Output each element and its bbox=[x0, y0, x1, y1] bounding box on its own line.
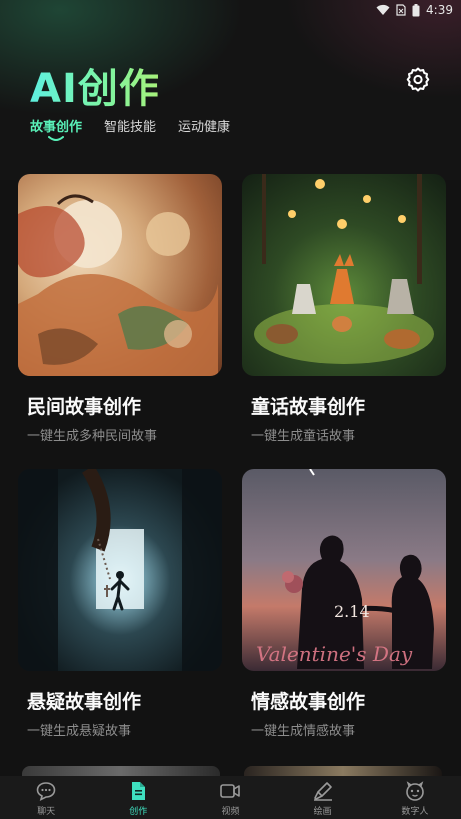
nav-label: 数字人 bbox=[401, 807, 429, 817]
card-description: 一键生成情感故事 bbox=[251, 724, 356, 739]
bottom-navigation: 聊天 创作 视频 绘画 数字人 bbox=[0, 776, 461, 819]
fairy-tale-image bbox=[242, 174, 446, 376]
paint-brush-icon bbox=[313, 782, 332, 801]
battery-icon bbox=[412, 3, 420, 16]
nav-paint[interactable]: 绘画 bbox=[288, 776, 358, 817]
chat-bubble-icon bbox=[36, 782, 56, 802]
card-description: 一键生成悬疑故事 bbox=[27, 724, 132, 739]
suspense-story-image bbox=[18, 469, 222, 671]
image-script-text: Valentine's Day bbox=[256, 642, 413, 666]
video-camera-icon bbox=[220, 784, 241, 798]
nav-label: 聊天 bbox=[37, 807, 56, 817]
robot-face-icon bbox=[406, 781, 424, 801]
tab-story-creation[interactable]: 故事创作 bbox=[30, 116, 82, 141]
card-romance-story[interactable]: 2.14 Valentine's Day 情感故事创作 一键生成情感故事 bbox=[242, 469, 446, 739]
status-bar: 4:39 bbox=[0, 0, 461, 22]
nav-digital-human[interactable]: 数字人 bbox=[380, 776, 450, 817]
card-description: 一键生成多种民间故事 bbox=[27, 429, 158, 444]
status-time: 4:39 bbox=[426, 3, 453, 17]
card-fairy-tale[interactable]: 童话故事创作 一键生成童话故事 bbox=[242, 174, 446, 444]
card-title: 童话故事创作 bbox=[251, 396, 366, 418]
card-title: 民间故事创作 bbox=[27, 396, 142, 418]
romance-story-image: 2.14 Valentine's Day bbox=[242, 469, 446, 671]
nav-video[interactable]: 视频 bbox=[195, 776, 265, 817]
card-title: 悬疑故事创作 bbox=[27, 691, 142, 713]
nav-label: 绘画 bbox=[313, 807, 332, 817]
category-tabs: 故事创作 智能技能 运动健康 bbox=[30, 116, 230, 141]
tab-sports-health[interactable]: 运动健康 bbox=[178, 116, 230, 135]
card-title: 情感故事创作 bbox=[251, 691, 366, 713]
nav-label: 创作 bbox=[129, 807, 148, 817]
card-folk-story[interactable]: 民间故事创作 一键生成多种民间故事 bbox=[18, 174, 222, 444]
card-description: 一键生成童话故事 bbox=[251, 429, 356, 444]
nav-create[interactable]: 创作 bbox=[103, 776, 173, 817]
document-icon bbox=[132, 782, 146, 800]
active-tab-indicator bbox=[48, 136, 64, 141]
tab-smart-skills[interactable]: 智能技能 bbox=[104, 116, 156, 135]
folk-story-image bbox=[18, 174, 222, 376]
page-title: AI创作 bbox=[30, 56, 160, 114]
card-suspense-story[interactable]: 悬疑故事创作 一键生成悬疑故事 bbox=[18, 469, 222, 739]
wifi-icon bbox=[376, 4, 390, 15]
nav-label: 视频 bbox=[221, 807, 240, 817]
nav-chat[interactable]: 聊天 bbox=[11, 776, 81, 817]
settings-gear-icon[interactable] bbox=[405, 66, 431, 92]
sim-icon bbox=[396, 4, 406, 16]
image-date-text: 2.14 bbox=[334, 602, 370, 621]
